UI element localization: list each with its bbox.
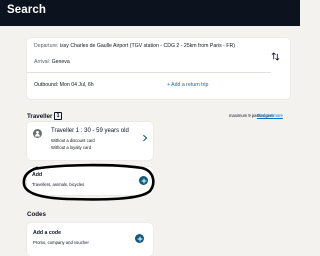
add-return-trip-link[interactable]: + Add a return trip: [167, 82, 208, 88]
chevron-right-icon: [143, 134, 148, 142]
arrival-label: Arrival:: [34, 59, 51, 65]
add-subtitle: Travellers, animals, bicycles: [32, 182, 85, 187]
traveller-card[interactable]: Traveller 1 : 30 - 59 years old Without …: [27, 122, 153, 160]
app-header: Search: [0, 0, 300, 26]
loyalty-card-text: Without a loyalty card: [51, 145, 92, 150]
codes-section-title: Codes: [27, 211, 46, 218]
person-icon: [35, 130, 40, 137]
divider: [27, 72, 271, 73]
add-code-subtitle: Promo, company and voucher: [33, 240, 89, 245]
arrival-field[interactable]: Arrival: Geneva: [34, 59, 70, 65]
departure-label: Departure:: [34, 43, 59, 49]
avatar: [33, 129, 42, 138]
discount-card-text: Without a discount card: [51, 138, 95, 143]
swap-vertical-icon: [271, 51, 279, 61]
add-code-button[interactable]: [135, 234, 144, 243]
departure-field[interactable]: Departure: issy Charles de Gaulle Airpor…: [34, 43, 235, 49]
departure-value: issy Charles de Gaulle Airport (TGV stat…: [59, 43, 235, 49]
traveller-count-badge: 1: [54, 112, 62, 120]
add-title: Add: [32, 172, 43, 178]
outbound-date[interactable]: Outbound: Mon 04 Jul, 6h: [34, 82, 94, 88]
add-code-card[interactable]: Add a code Promo, company and voucher: [27, 223, 153, 256]
traveller-name: Traveller 1 : 30 - 59 years old: [51, 128, 129, 134]
traveller-heading: Traveller: [27, 112, 53, 120]
add-passenger-button[interactable]: [139, 176, 148, 185]
plus-icon: [141, 178, 146, 183]
traveller-section-title: Traveller 1: [27, 112, 62, 120]
trip-card: Departure: issy Charles de Gaulle Airpor…: [27, 38, 290, 99]
plus-icon: [137, 236, 142, 241]
add-passenger-card[interactable]: Add Travellers, animals, bicycles: [27, 167, 153, 195]
add-code-title: Add a code: [33, 230, 61, 236]
find-out-more-link[interactable]: Find out more: [257, 113, 283, 118]
swap-button[interactable]: [268, 49, 282, 63]
arrival-value: Geneva: [51, 59, 70, 65]
page-title: Search: [7, 4, 46, 16]
